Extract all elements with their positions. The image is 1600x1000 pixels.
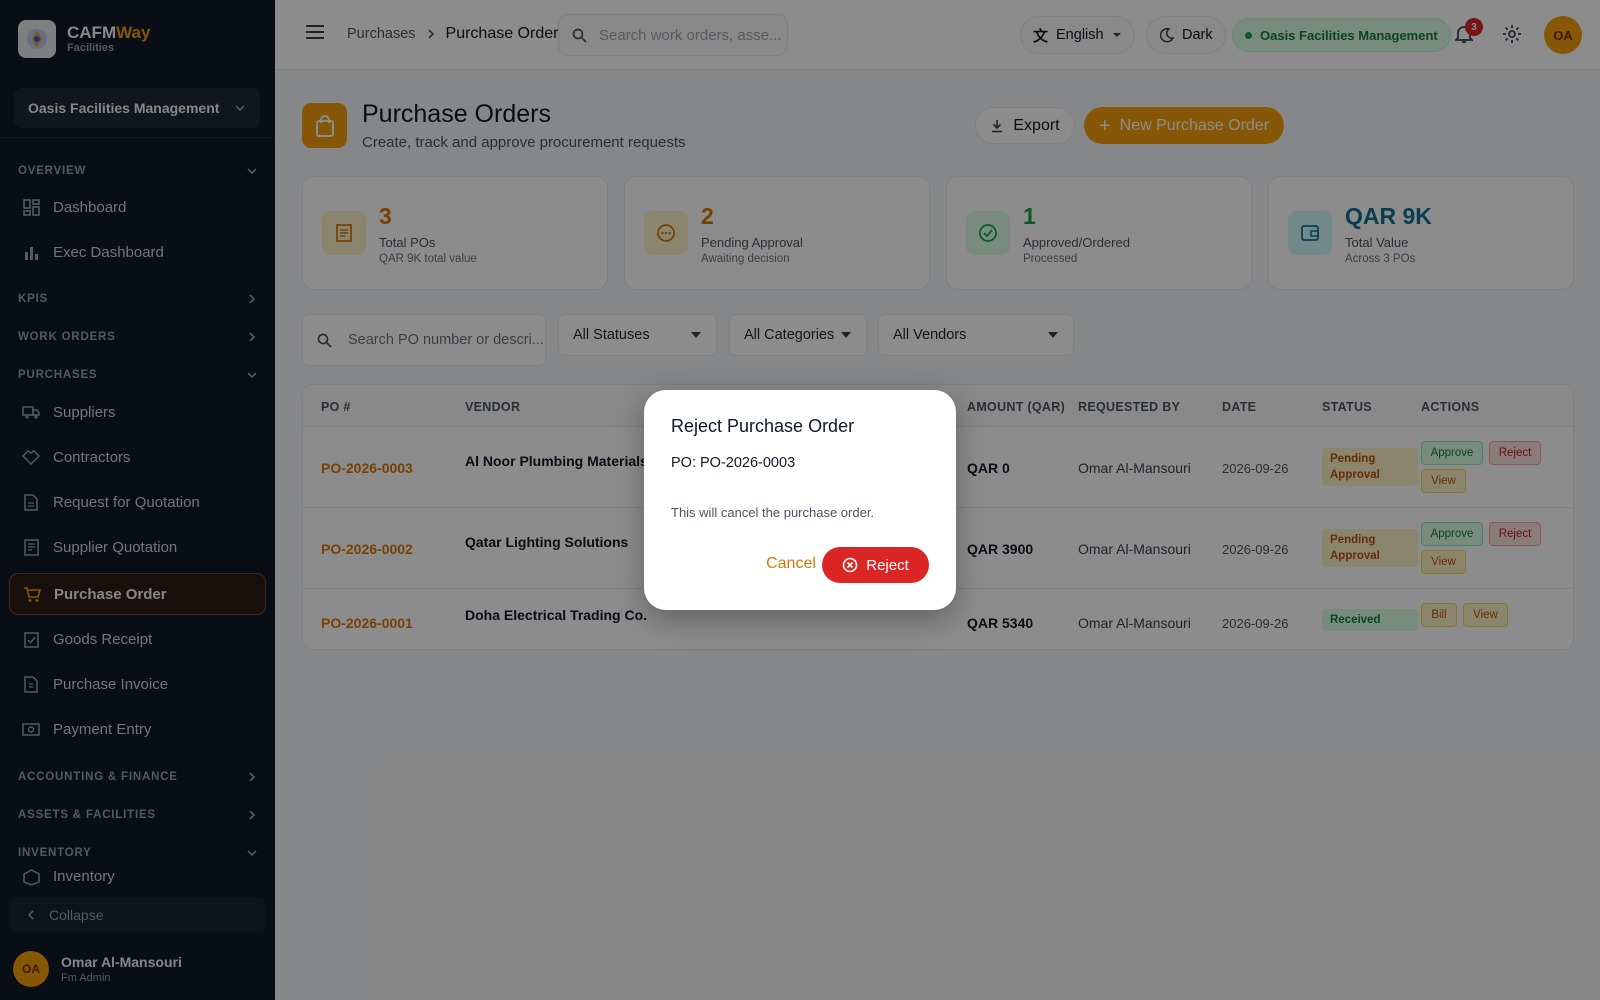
cancel-circle-icon [842,557,858,573]
cancel-button[interactable]: Cancel [752,546,830,582]
reject-po-dialog: Reject Purchase Order PO: PO-2026-0003 T… [644,390,956,610]
dialog-title: Reject Purchase Order [671,416,855,436]
confirm-reject-label: Reject [866,556,909,574]
dialog-message: This will cancel the purchase order. [671,505,875,520]
confirm-reject-button[interactable]: Reject [822,547,929,583]
dialog-po-number: PO: PO-2026-0003 [671,455,796,471]
